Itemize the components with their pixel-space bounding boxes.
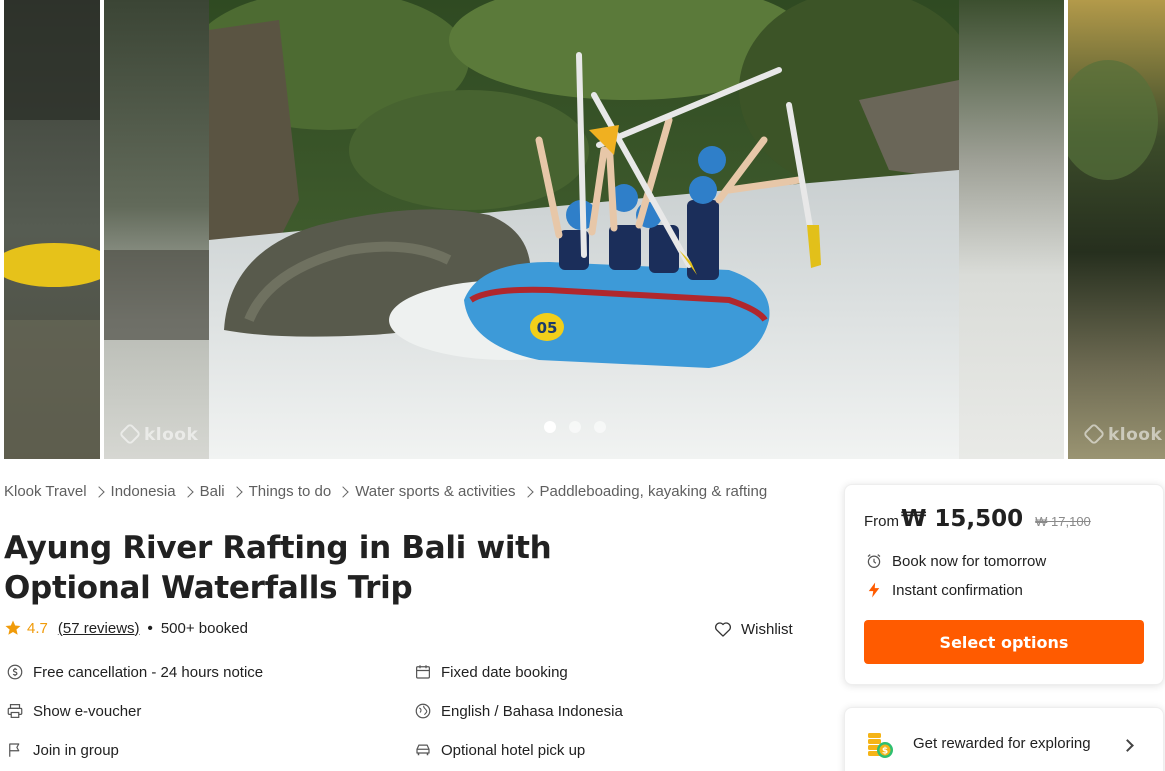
heart-icon — [714, 622, 732, 637]
rating-score: 4.7 — [27, 619, 48, 637]
klook-watermark: klook — [1082, 422, 1162, 446]
pagination-dot-3[interactable] — [594, 421, 606, 433]
svg-text:$: $ — [882, 747, 888, 757]
feature-hotel-pickup: Optional hotel pick up — [414, 741, 585, 759]
language-icon — [415, 703, 431, 719]
feature-e-voucher: Show e-voucher — [6, 702, 141, 720]
confirmation-text: Instant confirmation — [892, 581, 1023, 599]
breadcrumb-indonesia[interactable]: Indonesia — [111, 483, 176, 500]
rating-summary: 4.7 (57 reviews) • 500+ booked — [4, 619, 248, 637]
chevron-right-icon — [521, 485, 534, 498]
cancellation-icon — [7, 664, 23, 680]
from-label: From — [864, 513, 899, 530]
gallery-pagination — [544, 421, 606, 433]
pagination-dot-1[interactable] — [544, 421, 556, 433]
photo-gallery[interactable]: klook 05 klook — [0, 0, 1165, 459]
select-options-button[interactable]: Select options — [864, 620, 1144, 664]
current-price: ₩ 15,500 — [901, 506, 1024, 532]
price-row: From ₩ 15,500 ₩ 17,100 — [864, 506, 1091, 532]
klook-watermark: klook — [118, 422, 198, 446]
activity-title: Ayung River Rafting in Bali with Optiona… — [4, 530, 552, 606]
gallery-next-slide[interactable]: klook — [1068, 0, 1165, 459]
reviews-link[interactable]: (57 reviews) — [58, 620, 140, 637]
feature-label: Free cancellation - 24 hours notice — [33, 663, 264, 681]
rewards-label: Get rewarded for exploring — [913, 735, 1091, 752]
breadcrumb-bali[interactable]: Bali — [200, 483, 225, 500]
gallery-prev-slide[interactable] — [4, 0, 100, 459]
chevron-right-icon — [181, 485, 194, 498]
car-icon — [416, 744, 430, 756]
feature-label: Optional hotel pick up — [441, 741, 586, 759]
original-price: ₩ 17,100 — [1035, 514, 1091, 529]
wishlist-button[interactable]: Wishlist — [713, 619, 793, 639]
breadcrumb-water-sports[interactable]: Water sports & activities — [355, 483, 515, 500]
availability-text: Book now for tomorrow — [892, 552, 1047, 570]
rafting-photo: 05 — [209, 0, 959, 459]
breadcrumb-things-to-do[interactable]: Things to do — [249, 483, 332, 500]
booking-card: From ₩ 15,500 ₩ 17,100 Book now for tomo… — [844, 484, 1164, 685]
gallery-main-photo[interactable]: 05 — [209, 0, 959, 459]
breadcrumb: Klook Travel Indonesia Bali Things to do… — [4, 483, 767, 500]
coins-reward-icon: $ — [868, 733, 893, 758]
availability-line: Book now for tomorrow — [865, 552, 1046, 570]
gallery-left-edge: klook — [104, 0, 209, 459]
calendar-icon — [416, 665, 430, 679]
confirmation-line: Instant confirmation — [865, 581, 1023, 599]
chevron-right-icon — [230, 485, 243, 498]
alarm-clock-icon — [867, 554, 881, 568]
flag-icon — [9, 743, 20, 757]
wishlist-label: Wishlist — [741, 620, 793, 638]
feature-label: Fixed date booking — [441, 663, 568, 681]
pagination-dot-2[interactable] — [569, 421, 581, 433]
feature-label: English / Bahasa Indonesia — [441, 702, 623, 720]
star-icon — [5, 620, 21, 635]
breadcrumb-paddleboarding[interactable]: Paddleboading, kayaking & rafting — [540, 483, 768, 500]
feature-join-group: Join in group — [6, 741, 119, 759]
feature-free-cancellation: Free cancellation - 24 hours notice — [6, 663, 263, 681]
printer-icon — [7, 704, 23, 718]
gallery-right-edge — [959, 0, 1064, 459]
chevron-right-icon — [1121, 739, 1134, 752]
svg-text:05: 05 — [537, 319, 558, 337]
bullet-separator: • — [147, 619, 153, 637]
lightning-icon — [868, 582, 880, 598]
feature-language: English / Bahasa Indonesia — [414, 702, 623, 720]
breadcrumb-klook-travel[interactable]: Klook Travel — [4, 483, 87, 500]
feature-label: Join in group — [33, 741, 119, 759]
chevron-right-icon — [337, 485, 349, 498]
rewards-banner[interactable]: $ Get rewarded for exploring — [844, 707, 1164, 771]
feature-label: Show e-voucher — [33, 702, 142, 720]
feature-fixed-date: Fixed date booking — [414, 663, 568, 681]
booked-count: 500+ booked — [160, 619, 248, 637]
chevron-right-icon — [92, 485, 105, 498]
